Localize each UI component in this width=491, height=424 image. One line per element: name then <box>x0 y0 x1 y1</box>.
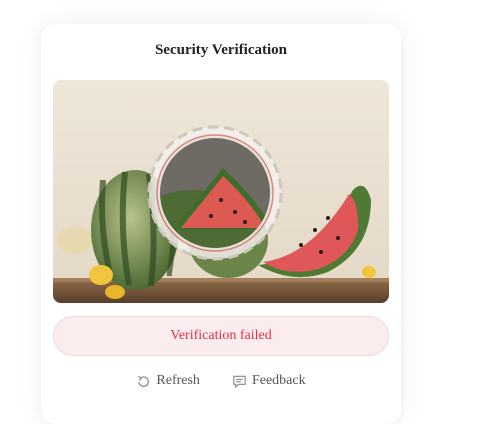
dialog-title: Security Verification <box>154 42 288 58</box>
refresh-button[interactable]: Refresh <box>136 369 200 393</box>
refresh-label: Refresh <box>156 373 200 388</box>
watermelon-scene <box>53 80 389 303</box>
captcha-image <box>53 80 389 303</box>
feedback-button[interactable]: Feedback <box>232 369 306 393</box>
feedback-icon <box>233 375 246 388</box>
captcha-actions: Refresh Feedback <box>41 369 401 393</box>
verification-dialog: Security Verification Verification faile… <box>41 24 401 424</box>
refresh-icon <box>138 375 150 387</box>
feedback-label: Feedback <box>251 373 306 388</box>
verification-status-message: Verification failed <box>53 316 389 356</box>
